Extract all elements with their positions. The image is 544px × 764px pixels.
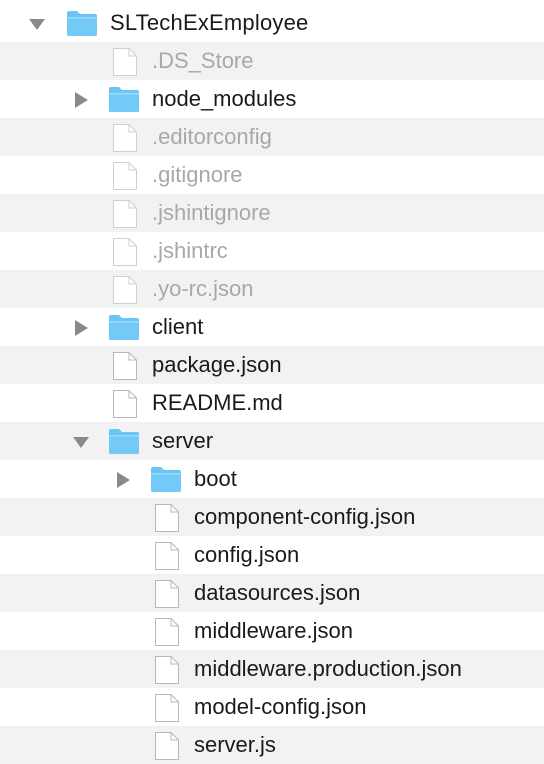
tree-item-label: .gitignore [152,162,243,187]
tree-item-label: package.json [152,352,282,377]
tree-item-label: .editorconfig [152,124,272,149]
tree-item-label: .yo-rc.json [152,276,254,301]
disclosure-right-icon[interactable] [72,320,90,336]
folder-icon [108,427,140,455]
file-icon [112,161,138,190]
tree-item-label: server [152,428,214,453]
file-icon [112,47,138,76]
tree-row-file[interactable]: .jshintrc [0,232,544,270]
folder-icon [108,313,140,341]
file-icon [154,655,180,684]
tree-row-root[interactable]: SLTechExEmployee [0,4,544,42]
disclosure-right-icon[interactable] [72,92,90,108]
disclosure-right-icon[interactable] [114,472,132,488]
file-icon [112,275,138,304]
tree-row-folder[interactable]: client [0,308,544,346]
disclosure-down-icon[interactable] [72,434,90,450]
tree-row-file[interactable]: server.js [0,726,544,764]
tree-item-label: server.js [194,732,276,757]
tree-row-file[interactable]: middleware.production.json [0,650,544,688]
tree-item-label: SLTechExEmployee [110,10,309,35]
tree-row-file[interactable]: component-config.json [0,498,544,536]
tree-item-label: .jshintrc [152,238,228,263]
tree-row-file[interactable]: .DS_Store [0,42,544,80]
file-icon [154,693,180,722]
tree-row-file[interactable]: config.json [0,536,544,574]
file-icon [112,351,138,380]
tree-item-label: datasources.json [194,580,361,605]
file-icon [112,389,138,418]
tree-row-file[interactable]: model-config.json [0,688,544,726]
folder-icon [108,85,140,113]
file-icon [154,503,180,532]
tree-row-folder[interactable]: boot [0,460,544,498]
tree-item-label: boot [194,466,237,491]
file-icon [154,541,180,570]
folder-icon [150,465,182,493]
tree-row-folder[interactable]: server [0,422,544,460]
file-icon [154,731,180,760]
tree-row-file[interactable]: README.md [0,384,544,422]
file-icon [112,123,138,152]
tree-item-label: .DS_Store [152,48,254,73]
file-icon [112,199,138,228]
file-icon [154,579,180,608]
tree-item-label: client [152,314,204,339]
tree-row-folder[interactable]: node_modules [0,80,544,118]
tree-row-file[interactable]: package.json [0,346,544,384]
tree-item-label: model-config.json [194,694,367,719]
tree-item-label: config.json [194,542,300,567]
tree-row-file[interactable]: datasources.json [0,574,544,612]
tree-item-label: component-config.json [194,504,416,529]
file-tree: SLTechExEmployee .DS_Store node_modules … [0,0,544,764]
file-icon [154,617,180,646]
tree-item-label: .jshintignore [152,200,271,225]
tree-row-file[interactable]: middleware.json [0,612,544,650]
tree-item-label: README.md [152,390,283,415]
disclosure-down-icon[interactable] [28,16,46,32]
tree-row-file[interactable]: .editorconfig [0,118,544,156]
tree-item-label: node_modules [152,86,297,111]
tree-row-file[interactable]: .jshintignore [0,194,544,232]
tree-item-label: middleware.production.json [194,656,462,681]
file-icon [112,237,138,266]
tree-row-file[interactable]: .gitignore [0,156,544,194]
folder-icon [66,9,98,37]
tree-row-file[interactable]: .yo-rc.json [0,270,544,308]
tree-item-label: middleware.json [194,618,353,643]
